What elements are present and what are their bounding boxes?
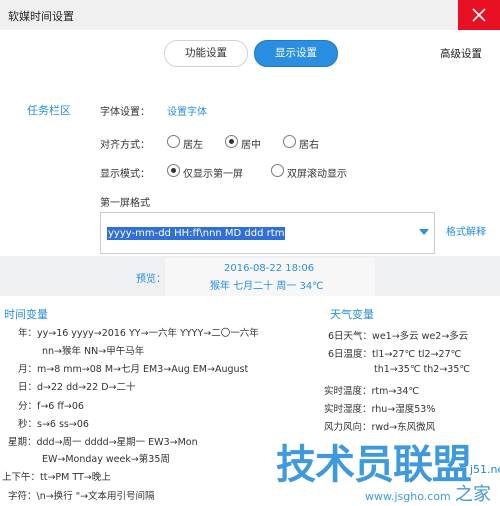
close-icon: [472, 8, 486, 22]
chevron-down-icon[interactable]: [419, 229, 429, 235]
weather-vars-title: 天气变量: [330, 308, 374, 321]
time-var-line: 年：yy→16 yyyy→2016 YY→一六年 YYYY→二〇一六年: [18, 328, 259, 339]
time-var-line: 日：d→22 dd→22 D→二十: [18, 382, 136, 393]
align-right-label: 居右: [299, 140, 319, 151]
time-var-line: 分：f→6 ff→06: [18, 401, 84, 412]
mode-dual-label: 双屏滚动显示: [287, 169, 347, 180]
weather-var-line: 风力风向：rwd→东风微风: [324, 422, 436, 433]
time-var-line: 星期：ddd→周一 dddd→星期一 EW3→Mon: [8, 437, 198, 448]
weather-var-line: 实时湿度：rhu→湿度53%: [324, 404, 436, 415]
window-title: 软媒时间设置: [8, 10, 74, 23]
preview-line-2: 猴年 七月二十 周一 34℃: [210, 281, 324, 292]
set-font-link[interactable]: 设置字体: [167, 103, 207, 118]
time-var-line: 月：m→8 mm→08 M→七月 EM3→Aug EM→August: [18, 364, 249, 375]
time-var-line: 字符：\n→换行 "→文本用引号间隔: [8, 491, 155, 502]
mode-dual-radio[interactable]: [271, 164, 284, 177]
format-select[interactable]: yyyy-mm-dd HH:ff\nnn MD ddd rtm: [100, 212, 435, 254]
weather-var-line: 6日温度：tl1→27℃ tl2→27℃: [328, 349, 462, 360]
watermark-home: 之家: [455, 484, 491, 505]
align-center-radio[interactable]: [225, 135, 238, 148]
watermark-url: www.jsgho.com: [365, 490, 451, 503]
time-var-line: EW→Monday week→第35周: [42, 454, 170, 465]
close-button[interactable]: [458, 0, 500, 30]
title-bar: 软媒时间设置: [0, 0, 500, 30]
weather-var-line: 6日天气：we1→多云 we2→多云: [328, 331, 469, 342]
nav-item-taskbar[interactable]: 任务栏区: [27, 102, 71, 118]
format-help-link[interactable]: 格式解释: [446, 223, 486, 238]
mode-first-label: 仅显示第一屏: [183, 169, 243, 180]
time-var-line: 秒：s→6 ss→06: [18, 419, 89, 430]
align-center-label: 居中: [241, 140, 261, 151]
time-var-line: 上下午：tt→PM TT→晚上: [2, 472, 111, 483]
font-label: 字体设置：: [100, 107, 150, 118]
tab-advanced-settings[interactable]: 高级设置: [440, 46, 482, 61]
align-right-radio[interactable]: [283, 135, 296, 148]
tab-display-settings[interactable]: 显示设置: [254, 40, 338, 67]
preview-line-1: 2016-08-22 18:06: [224, 263, 315, 274]
align-label: 对齐方式：: [100, 140, 150, 151]
mode-label: 显示模式：: [100, 169, 150, 180]
weather-var-line: 实时温度：rtm→34℃: [324, 386, 420, 397]
time-vars-title: 时间变量: [4, 308, 48, 321]
mode-first-radio[interactable]: [167, 164, 180, 177]
tab-function-settings[interactable]: 功能设置: [164, 40, 248, 67]
format-value: yyyy-mm-dd HH:ff\nnn MD ddd rtm: [107, 227, 286, 240]
align-left-label: 居左: [183, 140, 203, 151]
time-var-line: nn→猴年 NN→甲午马年: [42, 346, 145, 357]
align-left-radio[interactable]: [167, 135, 180, 148]
weather-var-line: th1→35℃ th2→35℃: [374, 364, 471, 375]
watermark-url-2: j51.net: [470, 463, 500, 476]
first-screen-label: 第一屏格式: [100, 198, 150, 209]
watermark-logo: 技术员联盟: [276, 442, 472, 488]
preview-label: 预览：: [136, 274, 166, 285]
